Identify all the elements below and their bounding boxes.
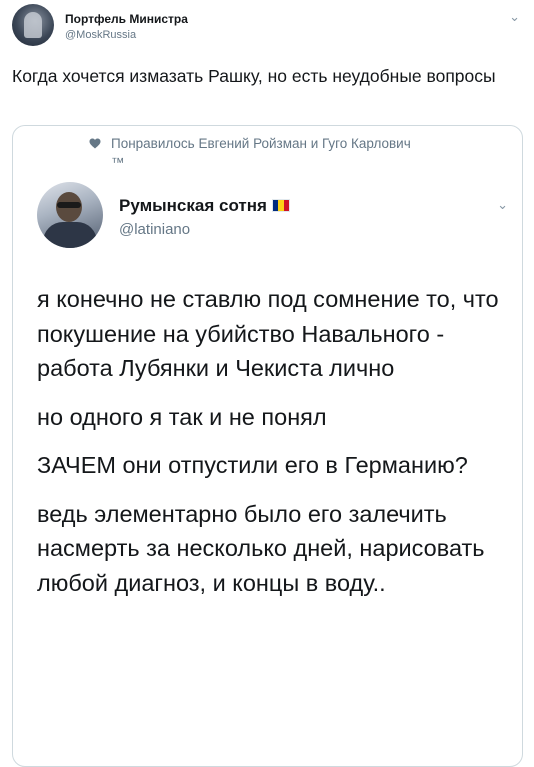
- author-name[interactable]: Портфель Министра: [65, 12, 188, 26]
- quoted-tweet-card[interactable]: Понравилось Евгений Ройзман и Гуго Карло…: [12, 125, 523, 767]
- flag-stripe: [283, 200, 289, 211]
- tweet-text: Когда хочется измазать Рашку, но есть не…: [12, 66, 496, 86]
- avatar[interactable]: [37, 182, 103, 248]
- avatar-figure: [24, 12, 42, 38]
- quoted-tweet-text: я конечно не ставлю под сомнение то, что…: [37, 282, 507, 614]
- quoted-paragraph: но одного я так и не понял: [37, 403, 327, 430]
- quoted-author-handle[interactable]: @latiniano: [119, 221, 190, 238]
- quoted-paragraph: ведь элементарно было его залечить насме…: [37, 500, 485, 596]
- chevron-down-icon[interactable]: ⌄: [497, 198, 508, 211]
- tweet-header: Портфель Министра @MoskRussia ⌄: [12, 4, 524, 52]
- quoted-paragraph: я конечно не ставлю под сомнение то, что…: [37, 286, 499, 381]
- quoted-paragraph: ЗАЧЕМ они отпустили его в Германию?: [37, 452, 468, 478]
- heart-icon: [89, 138, 101, 149]
- author-handle[interactable]: @MoskRussia: [65, 29, 136, 41]
- quoted-author-name[interactable]: Румынская сотня: [119, 196, 290, 216]
- avatar-body: [43, 222, 97, 248]
- chevron-down-icon[interactable]: ⌄: [509, 10, 520, 23]
- romania-flag-icon: [271, 199, 290, 212]
- avatar-glasses: [57, 202, 81, 208]
- avatar[interactable]: [12, 4, 54, 46]
- quoted-author-name-text: Румынская сотня: [119, 196, 267, 215]
- liked-by-text: Понравилось Евгений Ройзман и Гуго Карло…: [111, 136, 411, 170]
